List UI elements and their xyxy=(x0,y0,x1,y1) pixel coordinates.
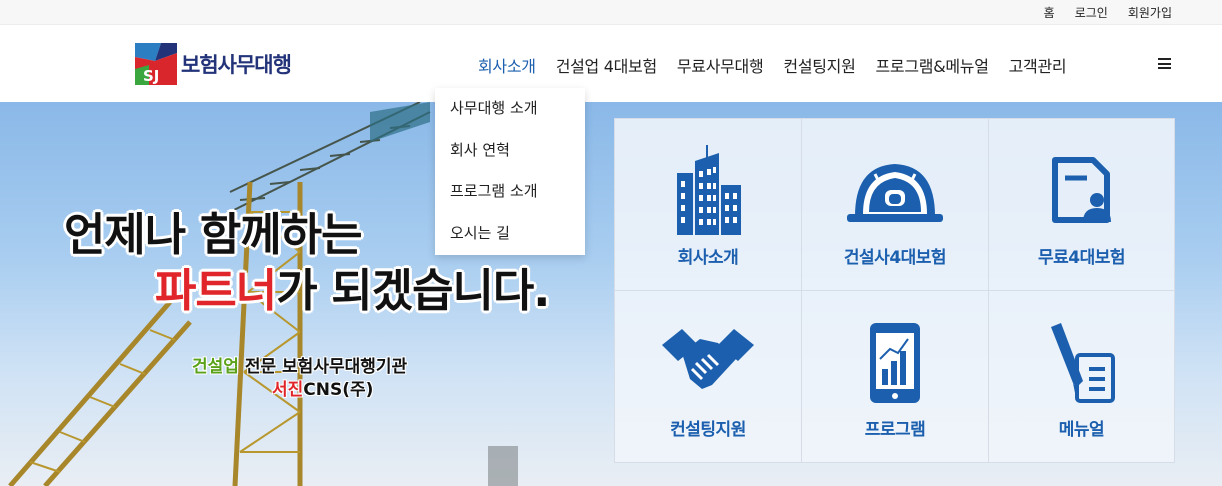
top-utility-bar: 홈 로그인 회원가입 xyxy=(0,0,1222,25)
hero-company-rest: CNS(주) xyxy=(303,380,374,400)
handshake-icon xyxy=(662,317,754,409)
company-submenu: 사무대행 소개 회사 연혁 프로그램 소개 오시는 길 xyxy=(435,88,585,255)
logo-mark-icon: SJ xyxy=(135,43,177,85)
home-link[interactable]: 홈 xyxy=(1044,4,1055,21)
hero-subtitle-line1: 건설업 전문 보험사무대행기관 xyxy=(192,352,407,377)
hamburger-icon[interactable] xyxy=(1158,58,1171,69)
pen-document-icon xyxy=(1047,317,1117,409)
hero-headline-line2: 파트너가 되겠습니다. xyxy=(155,254,550,319)
tile-free-insurance[interactable]: 무료4대보험 xyxy=(988,118,1175,291)
main-nav: 회사소개 건설업 4대보험 무료사무대행 컨설팅지원 프로그램&메뉴얼 고객관리 xyxy=(478,53,1086,77)
submenu-item-directions[interactable]: 오시는 길 xyxy=(435,222,585,264)
nav-item-company[interactable]: 회사소개 xyxy=(478,53,536,77)
hero-headline-highlight: 파트너 xyxy=(155,264,277,317)
hardhat-icon xyxy=(845,145,945,237)
svg-text:SJ: SJ xyxy=(143,67,159,85)
hero-subtitle-line2: 서진CNS(주) xyxy=(272,375,373,400)
building-icon xyxy=(673,145,743,237)
nav-item-construction-insurance[interactable]: 건설업 4대보험 xyxy=(556,53,657,77)
signup-link[interactable]: 회원가입 xyxy=(1128,4,1172,21)
tile-label: 메뉴얼 xyxy=(1058,420,1105,440)
nav-item-customer[interactable]: 고객관리 xyxy=(1009,53,1067,77)
login-link[interactable]: 로그인 xyxy=(1075,4,1108,21)
nav-item-consulting[interactable]: 컨설팅지원 xyxy=(783,53,855,77)
hero-headline-rest: 가 되겠습니다. xyxy=(276,264,550,317)
tile-label: 회사소개 xyxy=(677,248,739,268)
hero-banner: 언제나 함께하는 파트너가 되겠습니다. 건설업 전문 보험사무대행기관 서진C… xyxy=(0,102,1222,486)
tile-label: 건설사4대보험 xyxy=(843,248,947,268)
service-tile-grid: 회사소개 건설사4대보험 무료4대보험 컨설팅지원 프로그램 메뉴얼 xyxy=(614,118,1175,463)
tile-label: 무료4대보험 xyxy=(1037,248,1126,268)
tile-label: 프로그램 xyxy=(864,420,926,440)
tile-consulting[interactable]: 컨설팅지원 xyxy=(614,290,802,463)
tile-manual[interactable]: 메뉴얼 xyxy=(988,290,1175,463)
tile-construction-insurance[interactable]: 건설사4대보험 xyxy=(801,118,989,291)
document-user-icon xyxy=(1047,145,1117,237)
utility-links: 홈 로그인 회원가입 xyxy=(1044,4,1172,21)
tile-label: 컨설팅지원 xyxy=(670,420,746,440)
mobile-chart-icon xyxy=(868,317,922,409)
site-logo[interactable]: SJ 보험사무대행 xyxy=(135,43,292,85)
hero-company-highlight: 서진 xyxy=(272,380,304,400)
hero-subtitle-rest: 전문 보험사무대행기관 xyxy=(238,357,408,377)
submenu-item-agency-intro[interactable]: 사무대행 소개 xyxy=(435,97,585,139)
site-header: SJ 보험사무대행 회사소개 건설업 4대보험 무료사무대행 컨설팅지원 프로그… xyxy=(0,25,1222,102)
nav-item-free-agency[interactable]: 무료사무대행 xyxy=(677,53,764,77)
submenu-item-history[interactable]: 회사 연혁 xyxy=(435,139,585,181)
tile-program[interactable]: 프로그램 xyxy=(801,290,989,463)
hero-subtitle-highlight: 건설업 xyxy=(192,357,239,377)
nav-item-program-manual[interactable]: 프로그램&메뉴얼 xyxy=(876,53,989,77)
tile-company[interactable]: 회사소개 xyxy=(614,118,802,291)
logo-name: 보험사무대행 xyxy=(181,53,292,77)
submenu-item-program-intro[interactable]: 프로그램 소개 xyxy=(435,180,585,222)
